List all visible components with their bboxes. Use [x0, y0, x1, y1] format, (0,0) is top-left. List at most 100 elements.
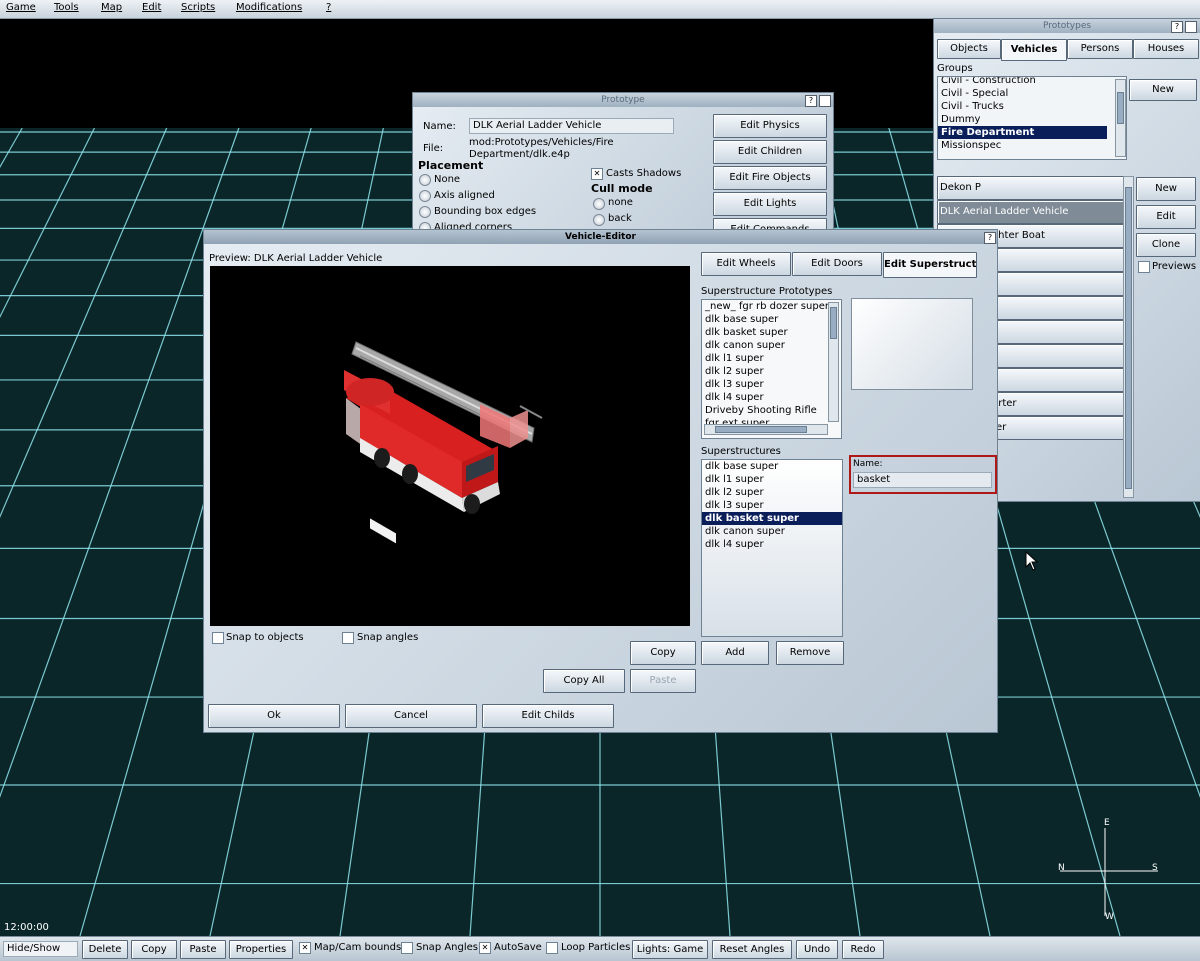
previews-label: Previews [1152, 261, 1197, 272]
list-item[interactable]: dlk l1 super [702, 352, 841, 365]
list-item[interactable]: Missionspec [938, 139, 1126, 152]
prototypes-hscrollbar[interactable] [704, 424, 828, 435]
prototypes-scrollbar[interactable] [1123, 176, 1134, 498]
edit-childs-button[interactable]: Edit Childs [482, 704, 614, 728]
list-item[interactable]: Civil - Special [938, 87, 1126, 100]
superstructure-name-label: Name: [853, 459, 883, 469]
casts-shadows-checkbox[interactable]: ✕ [591, 168, 603, 180]
close-icon[interactable] [1185, 21, 1197, 33]
list-item[interactable]: Dummy [938, 113, 1126, 126]
new-button[interactable]: New [1136, 177, 1196, 201]
cull-none-radio[interactable] [593, 198, 605, 210]
list-item[interactable]: Civil - Trucks [938, 100, 1126, 113]
lights-game-button[interactable]: Lights: Game [632, 940, 708, 959]
undo-button[interactable]: Undo [796, 940, 838, 959]
edit-children-button[interactable]: Edit Children [713, 140, 827, 164]
snap-angles-toolbar-checkbox[interactable] [401, 942, 413, 954]
compass-cross-icon [1060, 828, 1158, 916]
snap-angles-checkbox[interactable] [342, 632, 354, 644]
list-item[interactable]: dlk l2 super [702, 365, 841, 378]
list-item[interactable]: Civil - Construction [938, 77, 1126, 87]
menu-map[interactable]: Map [101, 2, 122, 13]
placement-none-label: None [434, 174, 461, 185]
autosave-checkbox[interactable]: ✕ [479, 942, 491, 954]
list-item[interactable]: dlk base super [702, 313, 841, 326]
tab-edit-wheels[interactable]: Edit Wheels [701, 252, 791, 276]
placement-label: Placement [418, 159, 484, 172]
preview-viewport[interactable] [210, 266, 690, 626]
list-item[interactable]: dlk l4 super [702, 391, 841, 404]
tab-vehicles[interactable]: Vehicles [1001, 39, 1067, 61]
prototype-item-selected[interactable]: DLK Aerial Ladder Vehicle [937, 200, 1125, 224]
tab-objects[interactable]: Objects [937, 39, 1001, 59]
map-cam-bounds-checkbox[interactable]: ✕ [299, 942, 311, 954]
superstructure-prototypes-list[interactable]: _new_ fgr rb dozer super dlk base super … [701, 299, 842, 439]
cull-back-radio[interactable] [593, 214, 605, 226]
list-item-selected[interactable]: dlk basket super [702, 512, 842, 525]
placement-bbox-radio[interactable] [419, 206, 431, 218]
superstructures-list[interactable]: dlk base super dlk l1 super dlk l2 super… [701, 459, 843, 637]
prototypes-vscrollbar[interactable] [828, 302, 839, 422]
menu-tools[interactable]: Tools [54, 2, 79, 13]
copy-toolbar-button[interactable]: Copy [131, 940, 177, 959]
add-button[interactable]: Add [701, 641, 769, 665]
loop-particles-checkbox[interactable] [546, 942, 558, 954]
help-icon[interactable]: ? [1171, 21, 1183, 33]
paste-button[interactable]: Paste [630, 669, 696, 693]
list-item-selected[interactable]: Fire Department [938, 126, 1107, 139]
close-icon[interactable] [819, 95, 831, 107]
superstructure-name-field[interactable]: basket [853, 472, 992, 488]
list-item[interactable]: dlk l2 super [702, 486, 842, 499]
cancel-button[interactable]: Cancel [345, 704, 477, 728]
menu-scripts[interactable]: Scripts [181, 2, 215, 13]
properties-button[interactable]: Properties [229, 940, 293, 959]
delete-button[interactable]: Delete [82, 940, 128, 959]
paste-toolbar-button[interactable]: Paste [180, 940, 226, 959]
menu-modifications[interactable]: Modifications [236, 2, 302, 13]
tab-edit-superstructs[interactable]: Edit Superstructs [883, 252, 977, 278]
name-field[interactable]: DLK Aerial Ladder Vehicle [469, 118, 674, 134]
groups-new-button[interactable]: New [1129, 79, 1197, 101]
file-value: mod:Prototypes/Vehicles/Fire Department/… [469, 137, 614, 160]
clone-button[interactable]: Clone [1136, 233, 1196, 257]
list-item[interactable]: dlk l1 super [702, 473, 842, 486]
copy-button[interactable]: Copy [630, 641, 696, 665]
list-item[interactable]: dlk basket super [702, 326, 841, 339]
prototype-item[interactable]: Dekon P [937, 176, 1125, 200]
list-item[interactable]: _new_ fgr rb dozer super [702, 300, 841, 313]
ok-button[interactable]: Ok [208, 704, 340, 728]
groups-list[interactable]: Civil - Construction Civil - Special Civ… [937, 76, 1127, 160]
hide-show-field[interactable]: Hide/Show [3, 941, 78, 957]
edit-fire-objects-button[interactable]: Edit Fire Objects [713, 166, 827, 190]
edit-button[interactable]: Edit [1136, 205, 1196, 229]
list-item[interactable]: dlk l3 super [702, 499, 842, 512]
tab-edit-doors[interactable]: Edit Doors [792, 252, 882, 276]
edit-lights-button[interactable]: Edit Lights [713, 192, 827, 216]
placement-axis-radio[interactable] [419, 190, 431, 202]
help-icon[interactable]: ? [805, 95, 817, 107]
list-item[interactable]: dlk l3 super [702, 378, 841, 391]
prototype-titlebar: Prototype [413, 93, 833, 107]
prototype-panel: Prototype ? Name: DLK Aerial Ladder Vehi… [412, 92, 834, 236]
tab-houses[interactable]: Houses [1133, 39, 1199, 59]
menu-edit[interactable]: Edit [142, 2, 161, 13]
edit-physics-button[interactable]: Edit Physics [713, 114, 827, 138]
menu-help[interactable]: ? [326, 2, 331, 13]
superstructures-label: Superstructures [701, 446, 781, 457]
list-item[interactable]: dlk l4 super [702, 538, 842, 551]
help-icon[interactable]: ? [984, 232, 996, 244]
copy-all-button[interactable]: Copy All [543, 669, 625, 693]
snap-to-objects-checkbox[interactable] [212, 632, 224, 644]
list-item[interactable]: dlk canon super [702, 339, 841, 352]
previews-checkbox[interactable] [1138, 261, 1150, 273]
redo-button[interactable]: Redo [842, 940, 884, 959]
list-item[interactable]: Driveby Shooting Rifle [702, 404, 841, 417]
list-item[interactable]: dlk base super [702, 460, 842, 473]
tab-persons[interactable]: Persons [1067, 39, 1133, 59]
remove-button[interactable]: Remove [776, 641, 844, 665]
groups-scrollbar[interactable] [1115, 79, 1126, 157]
placement-none-radio[interactable] [419, 174, 431, 186]
reset-angles-button[interactable]: Reset Angles [712, 940, 792, 959]
menu-game[interactable]: Game [6, 2, 36, 13]
list-item[interactable]: dlk canon super [702, 525, 842, 538]
